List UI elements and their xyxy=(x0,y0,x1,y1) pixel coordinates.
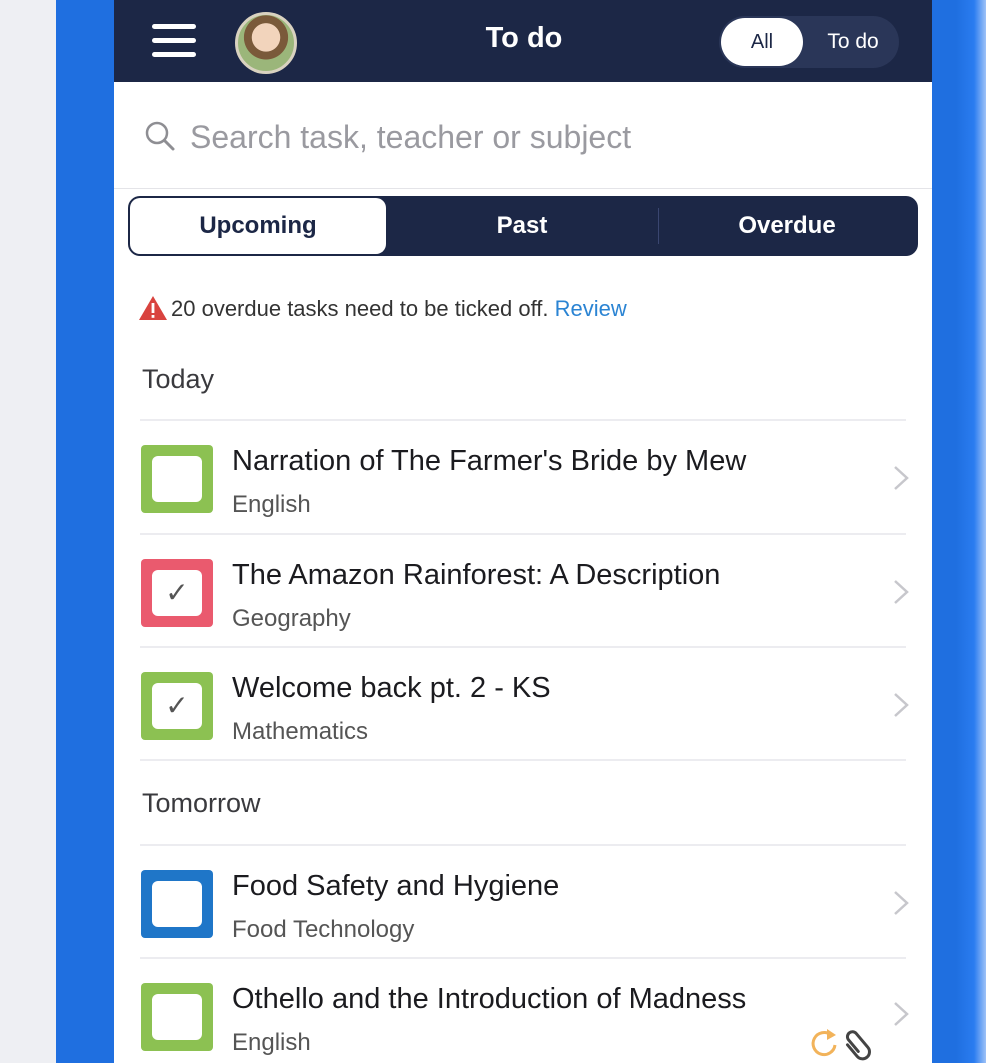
refresh-icon xyxy=(811,1029,837,1057)
paperclip-icon xyxy=(845,1030,871,1061)
alert-text: 20 overdue tasks need to be ticked off. xyxy=(171,296,549,321)
task-row[interactable]: Narration of The Farmer's Bride by Mew E… xyxy=(114,421,932,533)
task-checkbox[interactable]: ✓ xyxy=(141,672,213,740)
filter-todo-button[interactable]: To do xyxy=(811,18,895,66)
task-title: Food Safety and Hygiene xyxy=(232,870,560,902)
task-row[interactable]: Food Safety and Hygiene Food Technology xyxy=(114,846,932,958)
chevron-right-icon xyxy=(894,580,909,604)
app-header: To do All To do xyxy=(114,0,932,82)
task-checkbox[interactable] xyxy=(141,445,213,513)
chevron-right-icon xyxy=(894,466,909,490)
chevron-right-icon xyxy=(894,693,909,717)
task-row[interactable]: ✓ The Amazon Rainforest: A Description G… xyxy=(114,535,932,647)
tab-upcoming[interactable]: Upcoming xyxy=(130,198,386,254)
chevron-right-icon xyxy=(894,1002,909,1026)
section-header-today: Today xyxy=(142,364,215,394)
task-checkbox[interactable] xyxy=(141,870,213,938)
task-row[interactable]: ✓ Welcome back pt. 2 - KS Mathematics xyxy=(114,648,932,760)
tab-overdue[interactable]: Overdue xyxy=(658,198,916,254)
task-checkbox[interactable] xyxy=(141,983,213,1051)
avatar[interactable] xyxy=(235,12,297,74)
task-title: The Amazon Rainforest: A Description xyxy=(232,559,721,591)
checkmark-icon: ✓ xyxy=(165,690,189,721)
review-link[interactable]: Review xyxy=(555,296,627,321)
warning-icon xyxy=(139,296,167,320)
task-title: Othello and the Introduction of Madness xyxy=(232,983,747,1015)
alert-message: 20 overdue tasks need to be ticked off. … xyxy=(171,296,627,322)
page-title: To do xyxy=(485,22,563,54)
section-header-tomorrow: Tomorrow xyxy=(142,788,261,818)
task-title: Welcome back pt. 2 - KS xyxy=(232,672,551,704)
search-input[interactable] xyxy=(188,112,892,162)
task-status-icons xyxy=(811,1029,871,1061)
search-icon xyxy=(145,121,175,151)
task-subject: Geography xyxy=(232,605,351,632)
device-frame-edge xyxy=(956,0,986,1063)
filter-toggle: All To do xyxy=(719,16,899,68)
hamburger-icon[interactable] xyxy=(152,24,198,58)
task-subject: English xyxy=(232,491,311,518)
tab-past[interactable]: Past xyxy=(386,198,658,254)
filter-all-button[interactable]: All xyxy=(721,18,803,66)
task-subject: Food Technology xyxy=(232,916,415,943)
task-subject: Mathematics xyxy=(232,718,369,745)
time-segmented-control: Upcoming Past Overdue xyxy=(128,196,918,256)
task-title: Narration of The Farmer's Bride by Mew xyxy=(232,445,747,477)
chevron-right-icon xyxy=(894,891,909,915)
divider xyxy=(140,759,906,761)
task-row[interactable]: Othello and the Introduction of Madness … xyxy=(114,959,932,1063)
app-screen: To do All To do Upcoming Past Overdue 20… xyxy=(114,0,932,1063)
task-subject: English xyxy=(232,1029,311,1056)
task-checkbox[interactable]: ✓ xyxy=(141,559,213,627)
checkmark-icon: ✓ xyxy=(165,577,189,608)
search-bar[interactable] xyxy=(114,82,932,189)
